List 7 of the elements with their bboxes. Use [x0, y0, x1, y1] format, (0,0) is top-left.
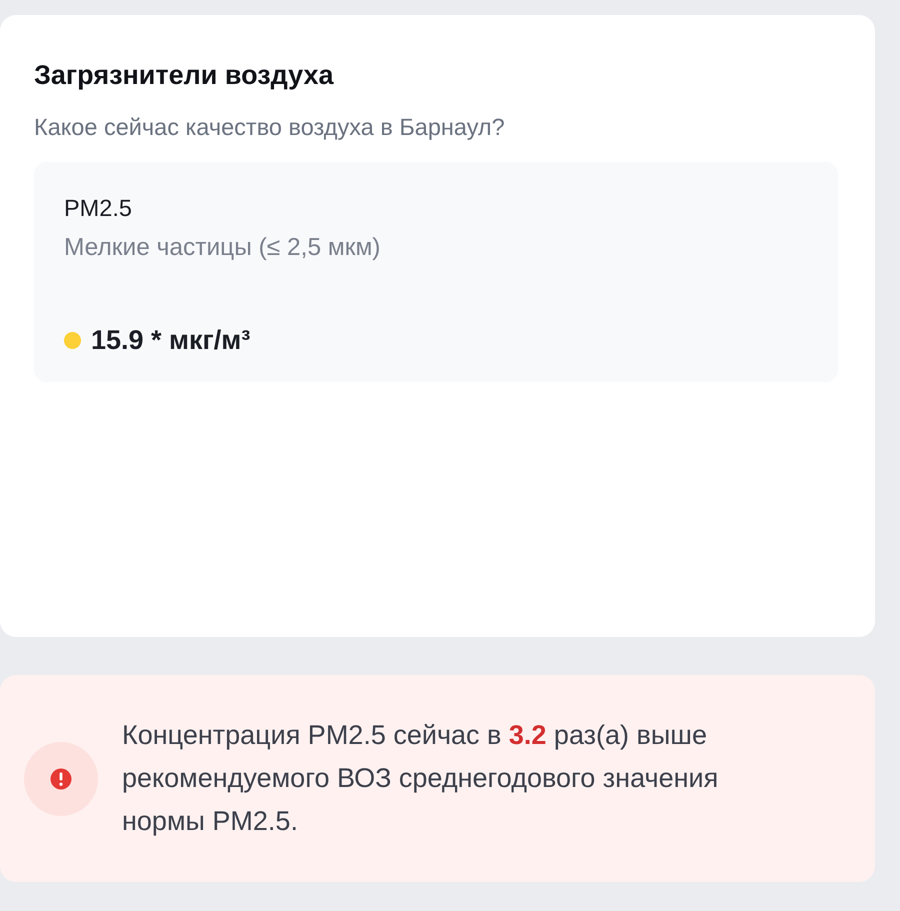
section-title: Загрязнители воздуха [34, 59, 335, 92]
pollutant-description: Мелкие частицы (≤ 2,5 мкм) [64, 233, 382, 263]
alert-message: Концентрация PM2.5 сейчас в 3.2 раз(а) выше рекомендуемого ВОЗ среднегодового значения нормы PM2.5. [122, 719, 720, 838]
pollutant-value: 15.9 * мкг/м³ [91, 324, 250, 357]
section-subtitle: Какое сейчас качество воздуха в Барнаул? [34, 113, 506, 142]
pollutant-name: PM2.5 [64, 194, 133, 223]
exclamation-icon [24, 742, 98, 816]
